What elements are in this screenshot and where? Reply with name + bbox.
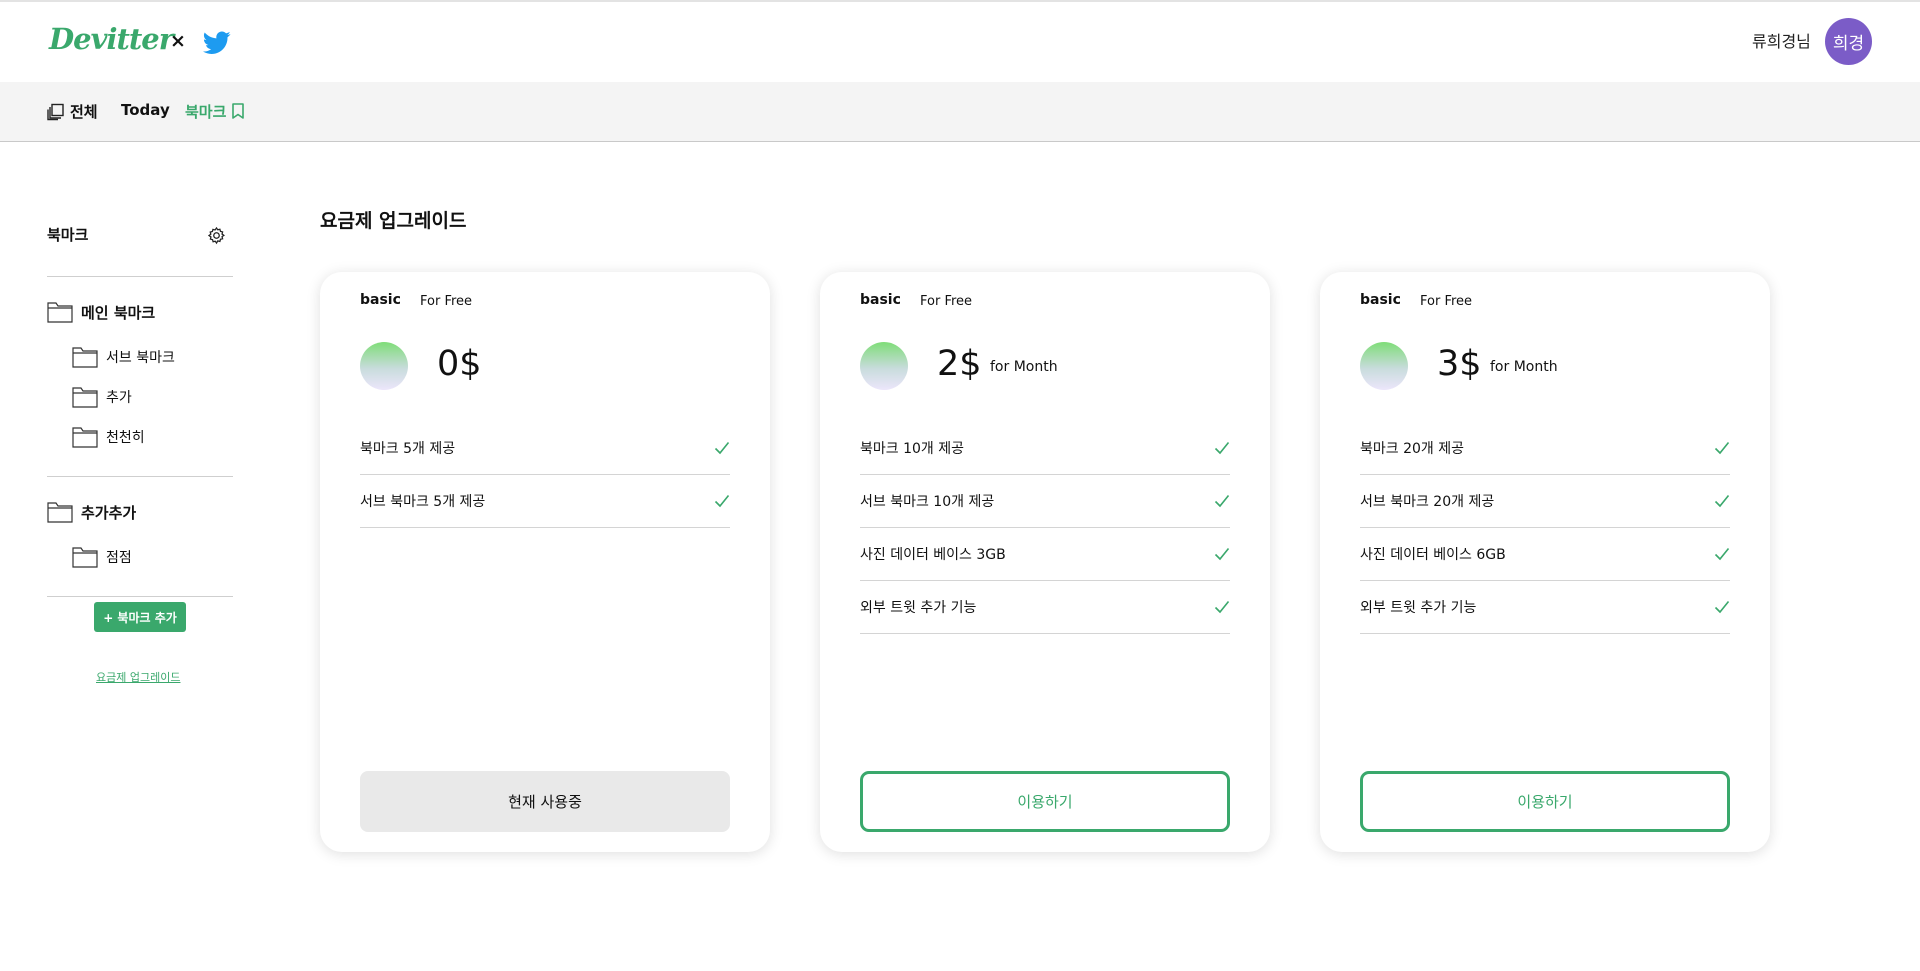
bookmark-icon bbox=[232, 103, 245, 119]
plan-card: basic For Free 0$ 북마크 5개 제공 서브 북마크 5개 제공… bbox=[320, 272, 770, 852]
plan-name: basic bbox=[860, 292, 901, 308]
feature-label: 외부 트윗 추가 기능 bbox=[860, 600, 977, 616]
username-label: 류희경님 bbox=[1752, 32, 1811, 51]
feature-row: 북마크 5개 제공 bbox=[360, 422, 730, 475]
check-icon bbox=[1214, 600, 1230, 614]
folder-slowly[interactable]: 천천히 bbox=[72, 426, 145, 448]
current-plan-button[interactable]: 현재 사용중 bbox=[360, 771, 730, 832]
folder-add-add[interactable]: 추가추가 bbox=[47, 501, 136, 523]
plan-price: 3$ bbox=[1437, 344, 1482, 384]
feature-label: 서브 북마크 5개 제공 bbox=[360, 494, 486, 510]
folder-icon bbox=[72, 347, 98, 368]
sidebar-title: 북마크 bbox=[47, 226, 89, 244]
plan-orb bbox=[1360, 342, 1408, 390]
folder-sub-bookmark[interactable]: 서브 북마크 bbox=[72, 346, 175, 368]
add-bookmark-button[interactable]: + 북마크 추가 bbox=[94, 602, 186, 632]
feature-label: 북마크 10개 제공 bbox=[860, 441, 964, 457]
nav-tab-bookmark-label: 북마크 bbox=[185, 103, 227, 121]
folder-main-bookmark[interactable]: 메인 북마크 bbox=[47, 301, 155, 323]
plan-card: basic For Free 2$ for Month 북마크 10개 제공 서… bbox=[820, 272, 1270, 852]
check-icon bbox=[714, 494, 730, 508]
feature-row: 서브 북마크 5개 제공 bbox=[360, 475, 730, 528]
page-title: 요금제 업그레이드 bbox=[320, 210, 467, 232]
feature-label: 서브 북마크 10개 제공 bbox=[860, 494, 995, 510]
check-icon bbox=[714, 441, 730, 455]
check-icon bbox=[1214, 547, 1230, 561]
plan-orb bbox=[360, 342, 408, 390]
folder-label: 천천히 bbox=[106, 430, 145, 446]
use-plan-button[interactable]: 이용하기 bbox=[1360, 771, 1730, 832]
folder-label: 서브 북마크 bbox=[106, 350, 175, 366]
folder-label: 메인 북마크 bbox=[81, 303, 156, 322]
plan-card: basic For Free 3$ for Month 북마크 20개 제공 서… bbox=[1320, 272, 1770, 852]
feature-label: 외부 트윗 추가 기능 bbox=[1360, 600, 1477, 616]
nav-tab-all-label: 전체 bbox=[70, 103, 98, 121]
plan-orb bbox=[860, 342, 908, 390]
folder-add[interactable]: 추가 bbox=[72, 386, 132, 408]
plan-period: for Month bbox=[990, 359, 1058, 375]
folder-label: 추가 bbox=[106, 390, 132, 406]
nav-tab-today-label: Today bbox=[121, 101, 170, 119]
folder-jeomjeom[interactable]: 점점 bbox=[72, 546, 132, 568]
feature-row: 사진 데이터 베이스 3GB bbox=[860, 528, 1230, 581]
plan-price: 0$ bbox=[437, 344, 482, 384]
folder-label: 점점 bbox=[106, 550, 132, 566]
plan-name: basic bbox=[360, 292, 401, 308]
feature-label: 서브 북마크 20개 제공 bbox=[1360, 494, 1495, 510]
upgrade-plan-link[interactable]: 요금제 업그레이드 bbox=[96, 669, 180, 685]
feature-label: 사진 데이터 베이스 3GB bbox=[860, 547, 1006, 563]
check-icon bbox=[1214, 441, 1230, 455]
twitter-bird-icon bbox=[203, 31, 231, 54]
sidebar-divider bbox=[47, 596, 233, 597]
nav-tab-all[interactable]: 전체 bbox=[47, 101, 98, 122]
check-icon bbox=[1714, 494, 1730, 508]
check-icon bbox=[1714, 600, 1730, 614]
plan-subtitle: For Free bbox=[1420, 294, 1473, 309]
feature-row: 서브 북마크 10개 제공 bbox=[860, 475, 1230, 528]
devitter-logo[interactable]: Devitter bbox=[49, 22, 174, 56]
sidebar-divider bbox=[47, 276, 233, 277]
plan-name: basic bbox=[1360, 292, 1401, 308]
plan-subtitle: For Free bbox=[420, 294, 473, 309]
check-icon bbox=[1214, 494, 1230, 508]
check-icon bbox=[1714, 441, 1730, 455]
nav-tab-bookmark[interactable]: 북마크 bbox=[185, 101, 245, 122]
feature-label: 북마크 20개 제공 bbox=[1360, 441, 1464, 457]
plan-subtitle: For Free bbox=[920, 294, 973, 309]
nav-tab-today[interactable]: Today bbox=[121, 101, 170, 119]
folder-icon bbox=[72, 547, 98, 568]
folder-icon bbox=[72, 387, 98, 408]
feature-row: 외부 트윗 추가 기능 bbox=[860, 581, 1230, 634]
use-plan-button[interactable]: 이용하기 bbox=[860, 771, 1230, 832]
feature-row: 서브 북마크 20개 제공 bbox=[1360, 475, 1730, 528]
feature-row: 사진 데이터 베이스 6GB bbox=[1360, 528, 1730, 581]
folder-icon bbox=[47, 502, 73, 523]
plan-period: for Month bbox=[1490, 359, 1558, 375]
category-nav: 전체 Today 북마크 bbox=[0, 82, 1920, 142]
check-icon bbox=[1714, 547, 1730, 561]
folder-icon bbox=[47, 302, 73, 323]
folder-label: 추가추가 bbox=[81, 503, 137, 522]
feature-label: 사진 데이터 베이스 6GB bbox=[1360, 547, 1506, 563]
times-separator: × bbox=[170, 30, 186, 52]
avatar[interactable]: 희경 bbox=[1825, 18, 1872, 65]
stack-icon bbox=[47, 103, 64, 120]
gear-icon[interactable] bbox=[207, 226, 226, 245]
feature-row: 북마크 10개 제공 bbox=[860, 422, 1230, 475]
feature-label: 북마크 5개 제공 bbox=[360, 441, 456, 457]
sidebar-divider bbox=[47, 476, 233, 477]
feature-row: 외부 트윗 추가 기능 bbox=[1360, 581, 1730, 634]
feature-row: 북마크 20개 제공 bbox=[1360, 422, 1730, 475]
folder-icon bbox=[72, 427, 98, 448]
app-header: Devitter × 류희경님 희경 bbox=[0, 2, 1920, 82]
plan-price: 2$ bbox=[937, 344, 982, 384]
